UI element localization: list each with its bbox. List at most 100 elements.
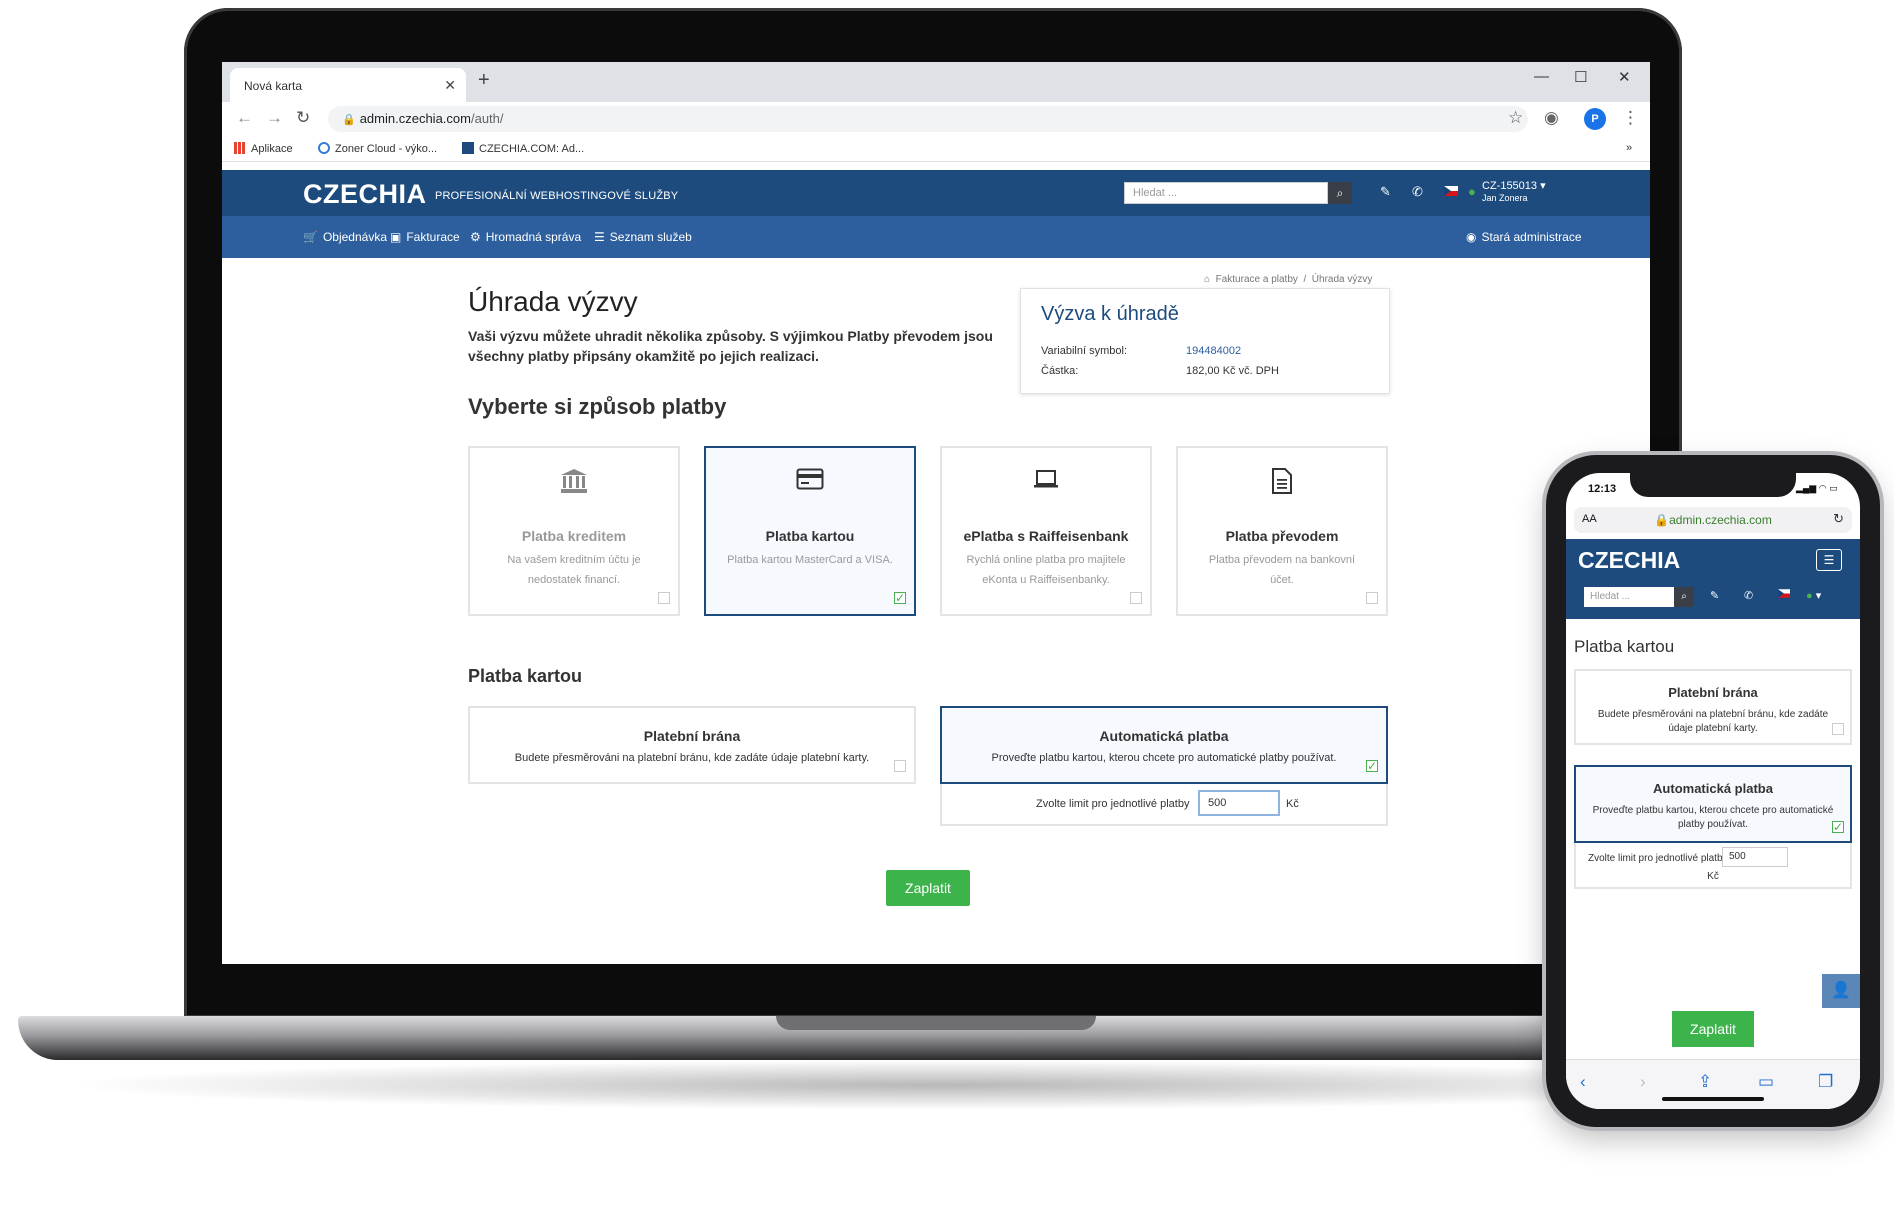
minimize-icon[interactable]: — (1534, 68, 1549, 85)
back-icon[interactable]: ← (236, 108, 253, 128)
limit-label: Zvolte limit pro jednotlivé platby (1588, 853, 1728, 864)
czech-flag-icon[interactable] (1778, 589, 1790, 601)
phone-option-automatic[interactable]: Automatická platba Proveďte platbu karto… (1574, 765, 1852, 843)
method-card-credit[interactable]: Platba kreditem Na vašem kreditním účtu … (468, 446, 680, 616)
limit-input[interactable]: 500 (1198, 790, 1280, 816)
nav-seznam-sluzeb[interactable]: ☰ Seznam služeb (594, 230, 692, 244)
phone-logo[interactable]: CZECHIA (1578, 547, 1680, 574)
maximize-icon[interactable]: ☐ (1574, 68, 1587, 86)
back-icon[interactable]: ‹ (1580, 1072, 1586, 1092)
gear-icon: ⚙ (470, 230, 481, 244)
method-title: Platba převodem (1225, 528, 1339, 544)
phone-icon[interactable]: ✆ (1412, 184, 1423, 200)
profile-avatar[interactable]: P (1584, 108, 1606, 130)
method-card-raiffeisen[interactable]: ePlatba s Raiffeisenbank Rychlá online p… (940, 446, 1152, 616)
option-automatic[interactable]: Automatická platba Proveďte platbu karto… (940, 706, 1388, 784)
option-checkbox[interactable] (894, 760, 906, 772)
address-bar[interactable]: 🔒 admin.czechia.com/auth/ (328, 106, 1528, 132)
phone-section-heading: Platba kartou (1574, 637, 1675, 656)
option-checkbox-checked[interactable]: ✓ (1366, 760, 1378, 772)
bookmark-star-icon[interactable]: ☆ (1508, 108, 1523, 128)
amount-value: 182,00 Kč vč. DPH (1186, 365, 1279, 377)
globe-icon: ◉ (1466, 230, 1477, 244)
list-icon: ☰ (594, 230, 605, 244)
limit-input[interactable]: 500 (1722, 847, 1788, 867)
window-close-icon[interactable]: ✕ (1618, 68, 1631, 86)
pencil-icon[interactable]: ✎ (1710, 589, 1719, 602)
nav-fakturace[interactable]: ▣ Fakturace (390, 230, 460, 244)
method-checkbox-checked[interactable]: ✓ (894, 592, 906, 604)
user-status-icon[interactable]: ● ▾ (1806, 589, 1821, 602)
amount-label: Částka: (1041, 365, 1079, 377)
summary-title: Výzva k úhradě (1041, 303, 1179, 325)
mockup-stage: Nová karta ✕ + — ☐ ✕ ← → ↻ 🔒 admin.czechi… (0, 0, 1894, 1206)
option-title: Automatická platba (1099, 728, 1229, 744)
credit-card-icon (706, 468, 914, 495)
breadcrumb: ⌂ Fakturace a platby / Úhrada výzvy (1204, 274, 1373, 285)
method-desc: Na vašem kreditním účtu je nedostatek fi… (507, 554, 641, 586)
phone-pay-button[interactable]: Zaplatit (1672, 1011, 1754, 1047)
lock-icon: 🔒 (1654, 513, 1670, 527)
option-checkbox[interactable] (1832, 723, 1844, 735)
phone-limit-row: Zvolte limit pro jednotlivé platby 500 K… (1574, 843, 1852, 889)
bookmark-zoner-cloud[interactable]: Zoner Cloud - výko... (318, 142, 437, 155)
chat-avatar-icon[interactable]: 👤 (1822, 974, 1860, 1008)
invoice-summary: Výzva k úhradě Variabilní symbol: 194484… (1020, 288, 1390, 394)
search-icon[interactable]: ⌕ (1674, 587, 1694, 607)
tab-close-icon[interactable]: ✕ (444, 77, 456, 94)
account-id: CZ-155013 (1482, 180, 1538, 192)
limit-label: Zvolte limit pro jednotlivé platby (1036, 798, 1190, 810)
phone-icon[interactable]: ✆ (1744, 589, 1753, 602)
bookmark-apps[interactable]: Aplikace (234, 142, 293, 155)
method-checkbox[interactable] (1366, 592, 1378, 604)
search-icon[interactable]: ⌕ (1328, 182, 1352, 204)
option-gateway[interactable]: Platební brána Budete přesměrováni na pl… (468, 706, 916, 784)
bookmarks-icon[interactable]: ▭ (1758, 1072, 1774, 1092)
share-icon[interactable]: ⇪ (1698, 1072, 1712, 1092)
pay-button[interactable]: Zaplatit (886, 870, 970, 906)
card-section-heading: Platba kartou (468, 666, 583, 686)
account-name: Jan Zonera (1482, 193, 1528, 203)
bookmark-czechia[interactable]: CZECHIA.COM: Ad... (462, 142, 584, 155)
option-checkbox-checked[interactable]: ✓ (1832, 821, 1844, 833)
site-logo[interactable]: CZECHIA (303, 179, 427, 210)
browser-tab[interactable]: Nová karta ✕ (230, 68, 466, 102)
extension-icon[interactable]: ◉ (1544, 108, 1559, 128)
method-card-transfer[interactable]: Platba převodem Platba převodem na banko… (1176, 446, 1388, 616)
reload-icon[interactable]: ↻ (296, 108, 310, 128)
method-checkbox[interactable] (1130, 592, 1142, 604)
method-card-card[interactable]: Platba kartou Platba kartou MasterCard a… (704, 446, 916, 616)
option-desc: Budete přesměrováni na platební bránu, k… (1597, 709, 1829, 734)
laptop-notch (776, 1016, 1096, 1030)
new-tab-icon[interactable]: + (478, 69, 490, 92)
nav-old-admin[interactable]: ◉ Stará administrace (1466, 230, 1582, 244)
option-desc: Proveďte platbu kartou, kterou chcete pr… (991, 752, 1337, 764)
reload-icon[interactable]: ↻ (1833, 511, 1844, 527)
forward-icon[interactable]: → (266, 108, 283, 128)
nav-hromadna-sprava[interactable]: ⚙ Hromadná správa (470, 230, 581, 244)
czech-flag-icon[interactable] (1444, 184, 1458, 199)
user-status-icon[interactable]: ● (1468, 184, 1476, 199)
method-checkbox[interactable] (658, 592, 670, 604)
breadcrumb-link[interactable]: Fakturace a platby (1216, 274, 1298, 285)
site-search-input[interactable]: Hledat ... (1124, 182, 1328, 204)
menu-kebab-icon[interactable]: ⋮ (1622, 108, 1639, 128)
browser-tabstrip: Nová karta ✕ + — ☐ ✕ (222, 62, 1650, 102)
forward-icon[interactable]: › (1640, 1072, 1646, 1092)
url-path: /auth/ (470, 111, 504, 126)
document-icon (1178, 468, 1386, 499)
phone-address-bar[interactable]: AA 🔒admin.czechia.com ↻ (1574, 507, 1852, 533)
breadcrumb-current: Úhrada výzvy (1311, 274, 1373, 285)
site-nav: 🛒 Objednávka ▣ Fakturace ⚙ Hromadná správa … (222, 216, 1650, 258)
pencil-icon[interactable]: ✎ (1380, 184, 1391, 200)
hamburger-icon[interactable]: ☰ (1816, 549, 1842, 571)
account-menu[interactable]: CZ-155013 ▾ Jan Zonera (1482, 180, 1546, 204)
phone-search-input[interactable]: Hledat ... (1584, 587, 1674, 607)
browser-toolbar: ← → ↻ 🔒 admin.czechia.com/auth/ ☆ ◉ P ⋮ (222, 102, 1650, 136)
phone-option-gateway[interactable]: Platební brána Budete přesměrováni na pl… (1574, 669, 1852, 745)
home-icon[interactable]: ⌂ (1204, 274, 1210, 285)
nav-objednavka[interactable]: 🛒 Objednávka (303, 230, 387, 244)
bookmarks-more-icon[interactable]: » (1626, 142, 1632, 154)
phone-frame: 12:13 ▂▄▆ ◠ ▭ AA 🔒admin.czechia.com ↻ CZ… (1546, 455, 1880, 1127)
tabs-icon[interactable]: ❐ (1818, 1072, 1833, 1092)
